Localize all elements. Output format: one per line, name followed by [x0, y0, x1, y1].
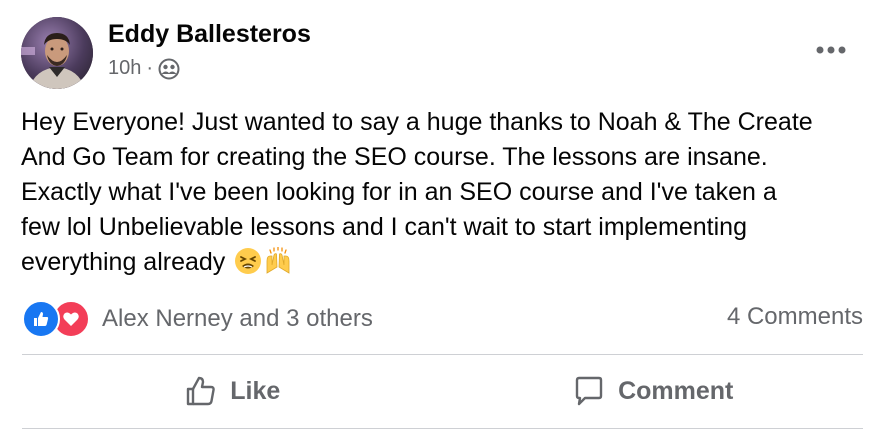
thumbs-up-icon: [187, 376, 216, 406]
comment-button-label: Comment: [618, 376, 734, 405]
meta-separator: ·: [146, 57, 154, 79]
message-line: few lol Unbelievable lessons and I can't…: [21, 213, 747, 241]
like-reaction-icon: [22, 300, 60, 338]
reactions-summary-text: Alex Nerney and 3 others: [102, 305, 373, 332]
post-card: Eddy Ballesteros 10h · Hey Everyone! Jus…: [0, 0, 885, 447]
message-line-last: everything already: [21, 245, 871, 280]
author-name[interactable]: Eddy Ballesteros: [108, 20, 311, 49]
comment-button[interactable]: Comment: [443, 360, 864, 422]
divider: [22, 428, 863, 429]
reactions-summary[interactable]: Alex Nerney and 3 others: [22, 300, 373, 338]
more-options-button[interactable]: [813, 35, 849, 65]
post-message: Hey Everyone! Just wanted to say a huge …: [21, 105, 871, 280]
comment-bubble-icon: [575, 376, 603, 406]
post-timestamp[interactable]: 10h: [108, 57, 141, 80]
friends-audience-icon[interactable]: [158, 58, 180, 80]
author-avatar[interactable]: [21, 17, 93, 89]
like-button-label: Like: [230, 376, 281, 405]
more-options-icon: [816, 41, 846, 59]
tired-face-emoji-icon: [234, 247, 262, 275]
raising-hands-emoji-icon: [264, 246, 292, 275]
message-line: Hey Everyone! Just wanted to say a huge …: [21, 108, 813, 136]
message-line: And Go Team for creating the SEO course.…: [21, 143, 768, 171]
message-line: Exactly what I've been looking for in an…: [21, 178, 777, 206]
post-actions-bar: Like Comment: [22, 360, 863, 422]
post-meta: 10h ·: [108, 57, 180, 80]
message-line: everything already: [21, 248, 226, 276]
like-button[interactable]: Like: [22, 360, 443, 422]
comments-count-link[interactable]: 4 Comments: [727, 303, 863, 331]
divider: [22, 354, 863, 355]
